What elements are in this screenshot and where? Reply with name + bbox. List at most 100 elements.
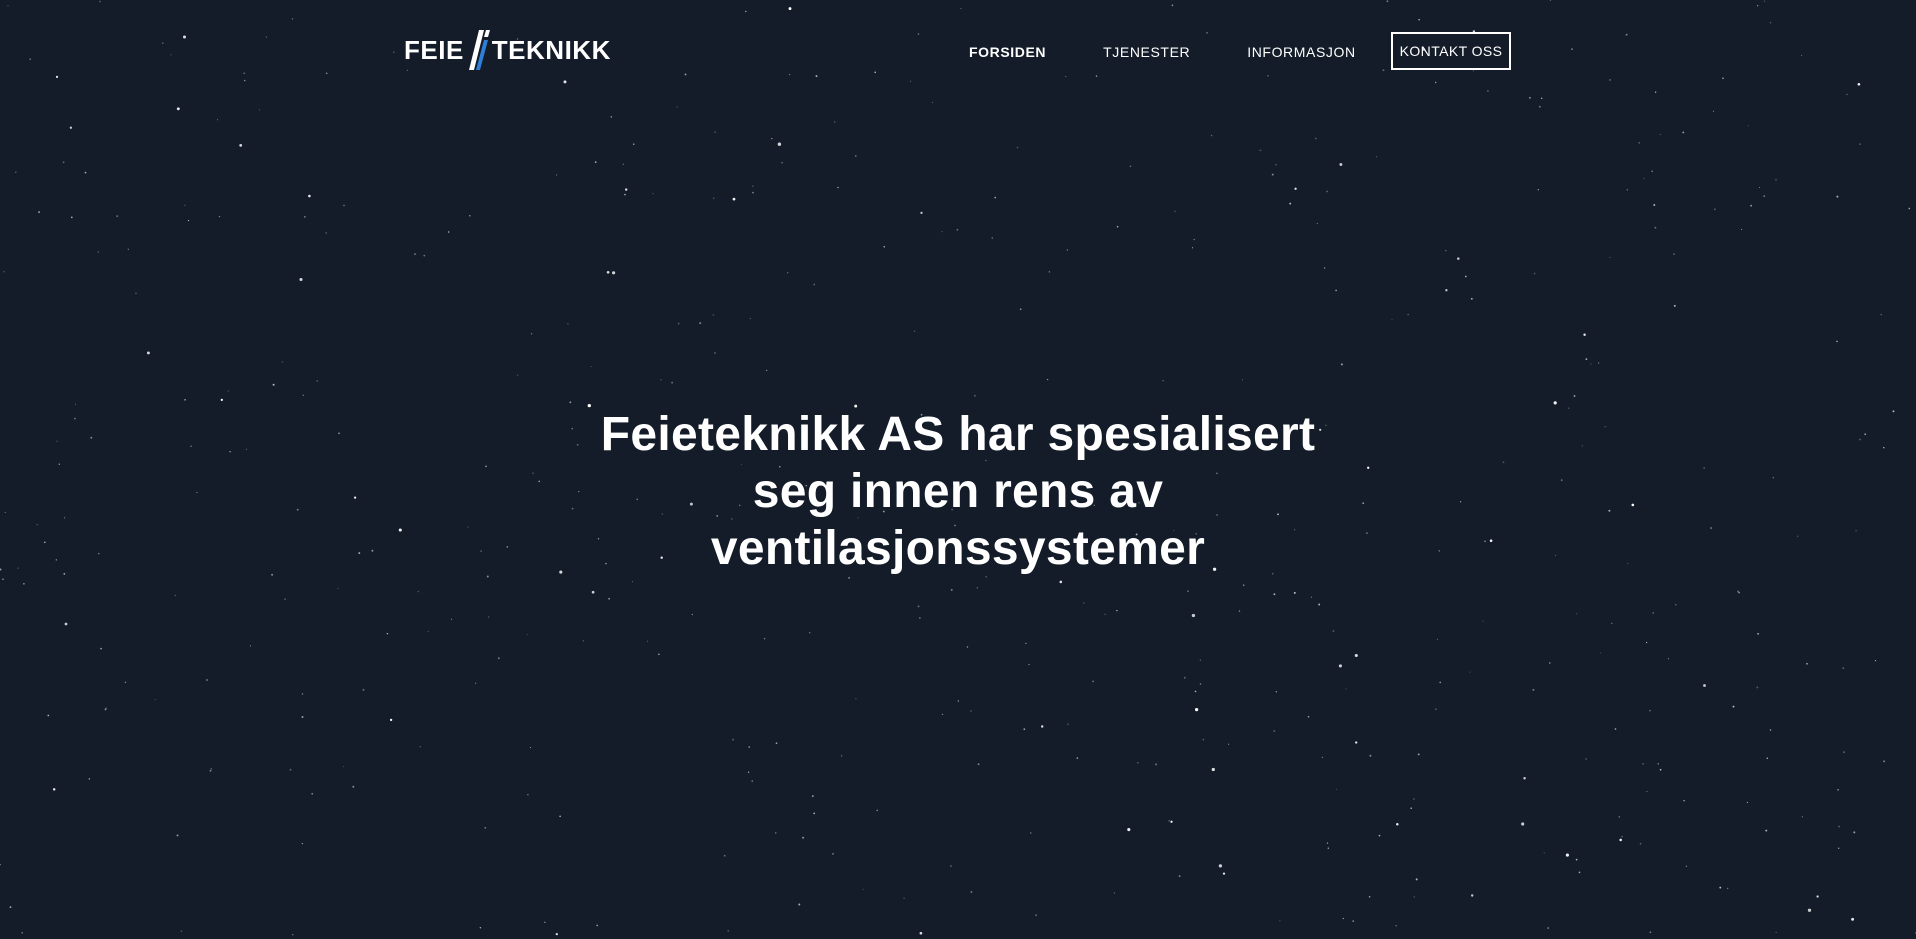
star <box>1756 686 1759 689</box>
star <box>64 517 66 519</box>
star <box>1168 820 1170 822</box>
star <box>1345 688 1347 690</box>
star <box>590 366 592 367</box>
star <box>1137 762 1139 764</box>
star <box>1066 249 1069 251</box>
star <box>308 194 311 198</box>
star <box>1211 767 1215 772</box>
star <box>832 853 834 855</box>
star <box>862 888 864 890</box>
star <box>23 582 25 585</box>
star <box>1654 226 1657 229</box>
nav-item-tjenester[interactable]: TJENESTER <box>1103 32 1190 72</box>
star <box>1376 156 1378 158</box>
star <box>1750 204 1753 207</box>
star <box>699 322 702 325</box>
star <box>36 523 38 526</box>
page: FEIE TEKNIKK FORSIDEN TJENESTER INFORMAS… <box>0 0 1916 939</box>
star <box>447 231 450 233</box>
star <box>1675 604 1677 606</box>
star <box>1019 308 1022 311</box>
star <box>569 401 572 404</box>
star <box>713 197 715 199</box>
star <box>1332 630 1335 633</box>
site-header: FEIE TEKNIKK FORSIDEN TJENESTER INFORMAS… <box>0 0 1916 100</box>
star <box>220 398 223 402</box>
star <box>1489 539 1493 542</box>
hero-title: Feieteknikk AS har spesialisert seg inne… <box>600 408 1316 575</box>
star <box>1859 438 1861 441</box>
star <box>272 383 275 386</box>
star <box>70 216 73 219</box>
star <box>1369 754 1372 757</box>
star <box>903 897 905 900</box>
star <box>956 228 959 231</box>
star <box>1310 596 1313 598</box>
star <box>1837 788 1839 791</box>
star <box>398 528 402 532</box>
star <box>1323 267 1326 269</box>
star <box>766 369 768 371</box>
star <box>1732 705 1735 708</box>
star <box>1576 613 1578 615</box>
star <box>1170 820 1173 823</box>
star <box>1772 477 1774 479</box>
star <box>834 121 836 123</box>
star <box>966 646 969 648</box>
star <box>289 768 292 771</box>
star <box>1193 238 1195 241</box>
nav-item-forsiden[interactable]: FORSIDEN <box>969 32 1046 72</box>
nav-item-informasjon[interactable]: INFORMASJON <box>1247 32 1356 72</box>
star <box>802 836 805 839</box>
star <box>1417 753 1420 756</box>
star <box>1210 134 1213 137</box>
star <box>146 351 150 355</box>
star <box>362 688 365 691</box>
star <box>1627 563 1629 565</box>
star <box>1083 602 1085 604</box>
contact-button[interactable]: KONTAKT OSS <box>1391 32 1511 70</box>
star <box>1391 318 1393 320</box>
star <box>658 653 660 656</box>
star <box>1712 110 1714 112</box>
star <box>714 352 716 354</box>
star <box>529 747 531 749</box>
star <box>1238 610 1241 612</box>
star <box>1619 838 1622 842</box>
star <box>671 381 674 384</box>
star <box>994 196 997 199</box>
star <box>1116 609 1118 612</box>
star <box>1113 892 1115 894</box>
star <box>1155 763 1158 766</box>
star <box>1273 730 1275 732</box>
star <box>1076 757 1079 759</box>
star <box>608 597 611 600</box>
star <box>1413 798 1415 800</box>
star <box>9 906 12 908</box>
star <box>1547 927 1549 929</box>
star <box>1464 275 1467 278</box>
star <box>1583 333 1586 336</box>
star <box>1649 709 1652 712</box>
star <box>1048 271 1050 273</box>
star <box>184 204 186 206</box>
star <box>206 679 208 681</box>
logo-link[interactable]: FEIE TEKNIKK <box>404 28 611 72</box>
star <box>1162 380 1164 382</box>
star <box>606 270 610 274</box>
star <box>338 432 340 435</box>
star <box>488 616 490 618</box>
star <box>1653 204 1656 206</box>
star <box>1560 479 1563 481</box>
star <box>1242 379 1244 381</box>
star <box>1883 760 1886 763</box>
star <box>1538 105 1541 108</box>
star <box>1275 164 1277 166</box>
star <box>97 552 100 555</box>
star <box>97 251 100 253</box>
star <box>970 891 973 893</box>
star <box>296 508 299 511</box>
star <box>1842 667 1845 669</box>
star <box>64 622 68 626</box>
star <box>480 550 482 552</box>
